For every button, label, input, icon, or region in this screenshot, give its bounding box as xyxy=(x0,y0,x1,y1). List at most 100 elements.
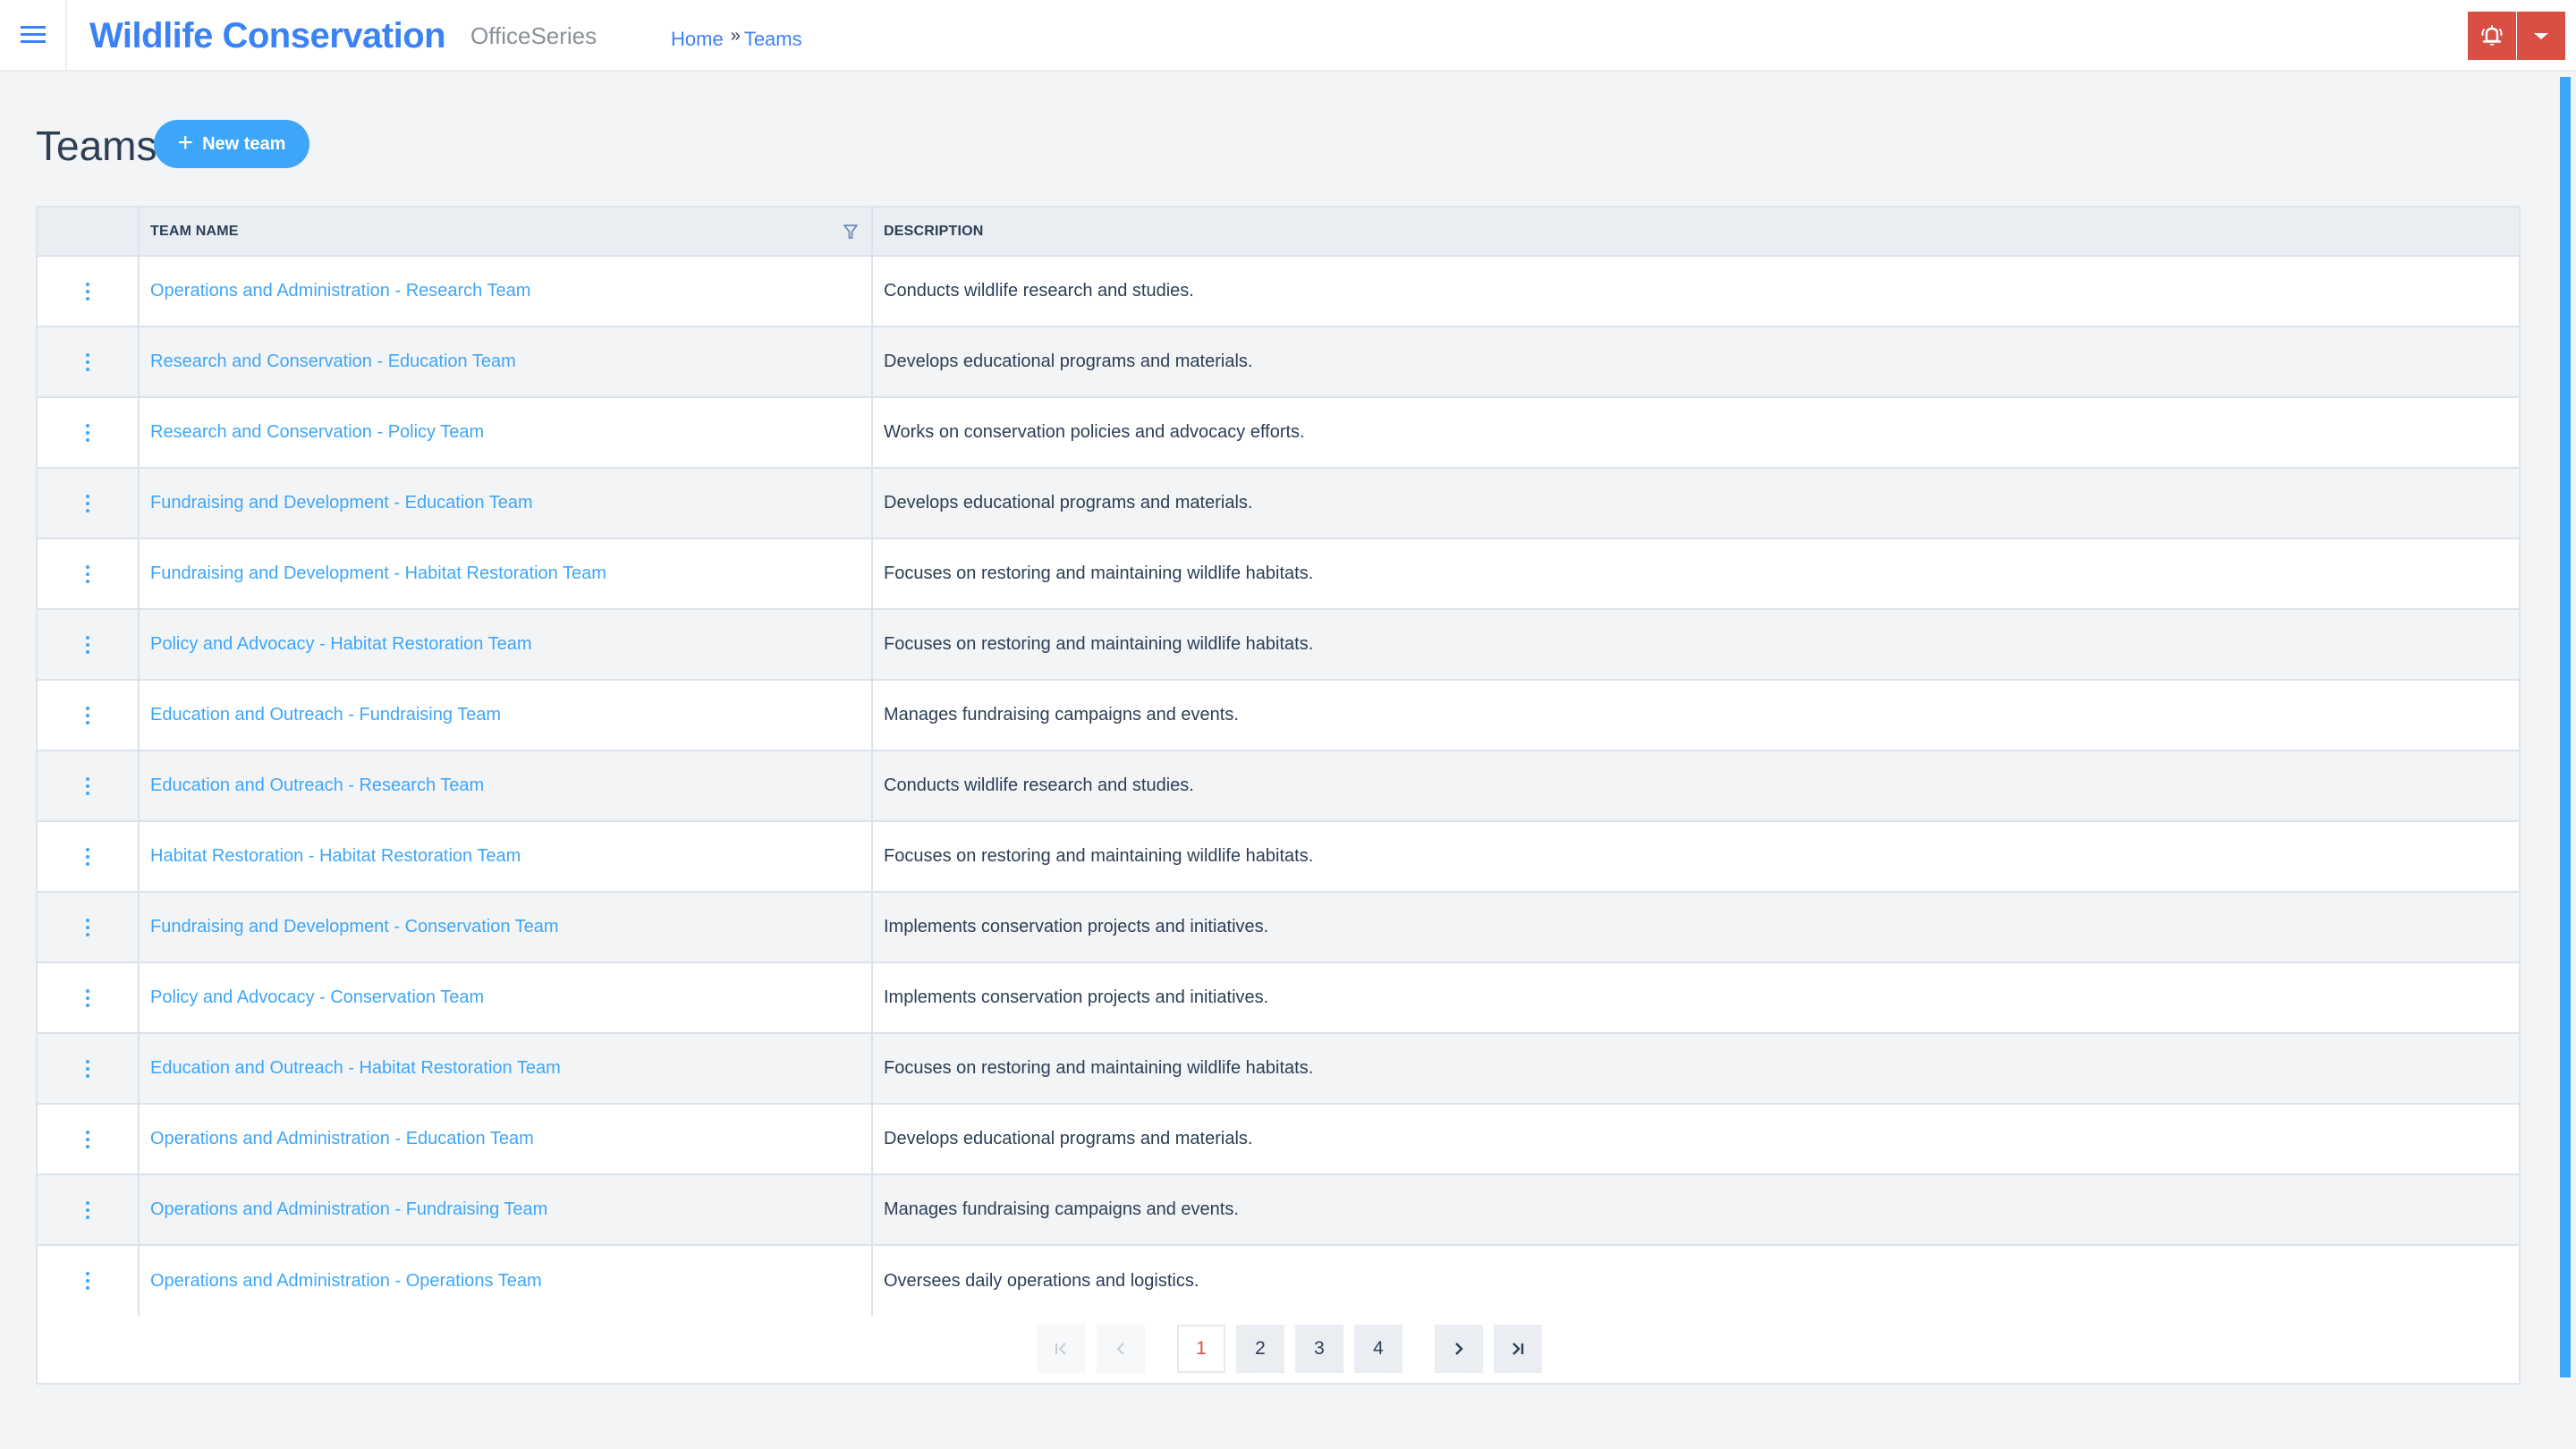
table-row: Policy and Advocacy - Habitat Restoratio… xyxy=(38,609,2519,681)
top-navigation-bar: Wildlife Conservation OfficeSeries Home … xyxy=(0,0,2576,72)
row-actions-cell xyxy=(38,1174,140,1246)
team-name-cell: Operations and Administration - Research… xyxy=(139,256,873,327)
team-name-cell: Education and Outreach - Research Team xyxy=(139,750,873,822)
teams-table-card: TEAM NAME DESCRIPTION Operations and Adm… xyxy=(36,206,2521,1385)
table-body: Operations and Administration - Research… xyxy=(38,256,2519,1316)
teams-table: TEAM NAME DESCRIPTION Operations and Adm… xyxy=(38,208,2519,1316)
more-options-icon[interactable] xyxy=(48,282,127,301)
last-page-button[interactable] xyxy=(1494,1325,1542,1373)
team-name-link[interactable]: Operations and Administration - Educatio… xyxy=(150,1129,534,1148)
row-actions-cell xyxy=(38,256,140,327)
table-row: Habitat Restoration - Habitat Restoratio… xyxy=(38,821,2519,893)
table-row: Education and Outreach - Research Team Co… xyxy=(38,750,2519,822)
more-options-icon[interactable] xyxy=(48,1200,127,1219)
hamburger-menu-icon xyxy=(20,26,46,44)
team-description-cell: Oversees daily operations and logistics. xyxy=(872,1245,2519,1316)
more-options-icon[interactable] xyxy=(48,988,127,1007)
next-page-button[interactable] xyxy=(1435,1325,1483,1373)
team-name-link[interactable]: Education and Outreach - Research Team xyxy=(150,775,484,795)
team-name-cell: Operations and Administration - Educatio… xyxy=(139,1104,873,1175)
previous-page-button[interactable] xyxy=(1097,1325,1145,1373)
team-name-cell: Fundraising and Development - Habitat Re… xyxy=(139,538,873,610)
column-header-team-name[interactable]: TEAM NAME xyxy=(139,208,873,257)
column-header-description: DESCRIPTION xyxy=(872,208,2519,257)
more-options-icon[interactable] xyxy=(48,847,127,866)
row-actions-cell xyxy=(38,821,140,893)
more-options-icon[interactable] xyxy=(48,918,127,936)
more-options-icon[interactable] xyxy=(48,635,127,654)
team-description-cell: Conducts wildlife research and studies. xyxy=(872,256,2519,327)
table-row: Fundraising and Development - Habitat Re… xyxy=(38,538,2519,610)
team-name-link[interactable]: Fundraising and Development - Education … xyxy=(150,493,533,513)
team-name-link[interactable]: Research and Conservation - Education Te… xyxy=(150,352,516,371)
table-row: Policy and Advocacy - Conservation Team I… xyxy=(38,962,2519,1034)
column-header-team-name-label: TEAM NAME xyxy=(150,223,239,239)
new-team-button[interactable]: + New team xyxy=(154,120,309,168)
plus-icon: + xyxy=(177,127,194,157)
table-row: Education and Outreach - Fundraising Tea… xyxy=(38,680,2519,751)
breadcrumb-teams-link[interactable]: Teams xyxy=(744,23,802,55)
team-name-link[interactable]: Fundraising and Development - Habitat Re… xyxy=(150,564,606,583)
app-title[interactable]: Wildlife Conservation xyxy=(89,9,446,63)
breadcrumb-home-link[interactable]: Home xyxy=(671,23,724,55)
team-name-cell: Research and Conservation - Policy Team xyxy=(139,397,873,469)
table-row: Operations and Administration - Educatio… xyxy=(38,1104,2519,1175)
chevron-left-icon xyxy=(1116,1343,1124,1355)
filter-icon[interactable] xyxy=(843,223,859,241)
team-name-link[interactable]: Operations and Administration - Operatio… xyxy=(150,1271,542,1291)
notifications-button[interactable] xyxy=(2468,12,2516,60)
team-description-cell: Implements conservation projects and ini… xyxy=(872,962,2519,1034)
team-name-cell: Operations and Administration - Fundrais… xyxy=(139,1174,873,1246)
team-name-cell: Fundraising and Development - Education … xyxy=(139,468,873,539)
team-name-link[interactable]: Operations and Administration - Fundrais… xyxy=(150,1199,547,1219)
notifications-dropdown-button[interactable] xyxy=(2517,12,2565,60)
page-button-3[interactable]: 3 xyxy=(1295,1325,1343,1373)
page-button-2[interactable]: 2 xyxy=(1236,1325,1284,1373)
team-name-link[interactable]: Education and Outreach - Habitat Restora… xyxy=(150,1058,561,1078)
page-button-1[interactable]: 1 xyxy=(1177,1325,1225,1373)
table-row: Operations and Administration - Fundrais… xyxy=(38,1174,2519,1246)
team-name-link[interactable]: Education and Outreach - Fundraising Tea… xyxy=(150,705,501,724)
last-page-icon xyxy=(1513,1343,1524,1355)
row-actions-cell xyxy=(38,538,140,610)
team-name-link[interactable]: Operations and Administration - Research… xyxy=(150,281,530,301)
team-description-cell: Focuses on restoring and maintaining wil… xyxy=(872,1033,2519,1105)
more-options-icon[interactable] xyxy=(48,352,127,371)
breadcrumb-separator-icon: » xyxy=(730,26,741,46)
table-row: Operations and Administration - Operatio… xyxy=(38,1245,2519,1316)
page-title: Teams xyxy=(36,123,157,169)
vertical-scrollbar[interactable] xyxy=(2560,77,2571,1377)
page-button-4[interactable]: 4 xyxy=(1354,1325,1402,1373)
more-options-icon[interactable] xyxy=(48,1130,127,1148)
pagination: 1 2 3 4 xyxy=(1038,1325,1542,1373)
table-row: Fundraising and Development - Conservati… xyxy=(38,892,2519,963)
more-options-icon[interactable] xyxy=(48,706,127,724)
team-description-cell: Manages fundraising campaigns and events… xyxy=(872,680,2519,751)
team-name-link[interactable]: Policy and Advocacy - Conservation Team xyxy=(150,987,484,1007)
team-description-cell: Develops educational programs and materi… xyxy=(872,1104,2519,1175)
row-actions-cell xyxy=(38,468,140,539)
row-actions-cell xyxy=(38,892,140,963)
team-name-cell: Research and Conservation - Education Te… xyxy=(139,326,873,398)
row-actions-cell xyxy=(38,1104,140,1175)
menu-button[interactable] xyxy=(0,0,67,70)
table-header: TEAM NAME DESCRIPTION xyxy=(38,208,2519,257)
team-name-link[interactable]: Fundraising and Development - Conservati… xyxy=(150,917,559,936)
team-name-link[interactable]: Habitat Restoration - Habitat Restoratio… xyxy=(150,846,521,866)
team-description-cell: Works on conservation policies and advoc… xyxy=(872,397,2519,469)
more-options-icon[interactable] xyxy=(48,776,127,795)
team-name-link[interactable]: Research and Conservation - Policy Team xyxy=(150,422,484,442)
more-options-icon[interactable] xyxy=(48,494,127,513)
team-description-cell: Focuses on restoring and maintaining wil… xyxy=(872,538,2519,610)
more-options-icon[interactable] xyxy=(48,1272,127,1290)
team-name-cell: Policy and Advocacy - Habitat Restoratio… xyxy=(139,609,873,681)
team-name-link[interactable]: Policy and Advocacy - Habitat Restoratio… xyxy=(150,634,532,654)
more-options-icon[interactable] xyxy=(48,423,127,442)
more-options-icon[interactable] xyxy=(48,564,127,583)
team-description-cell: Manages fundraising campaigns and events… xyxy=(872,1174,2519,1246)
more-options-icon[interactable] xyxy=(48,1059,127,1078)
team-name-cell: Education and Outreach - Habitat Restora… xyxy=(139,1033,873,1105)
row-actions-cell xyxy=(38,680,140,751)
table-row: Research and Conservation - Policy Team W… xyxy=(38,397,2519,469)
first-page-button[interactable] xyxy=(1038,1325,1086,1373)
